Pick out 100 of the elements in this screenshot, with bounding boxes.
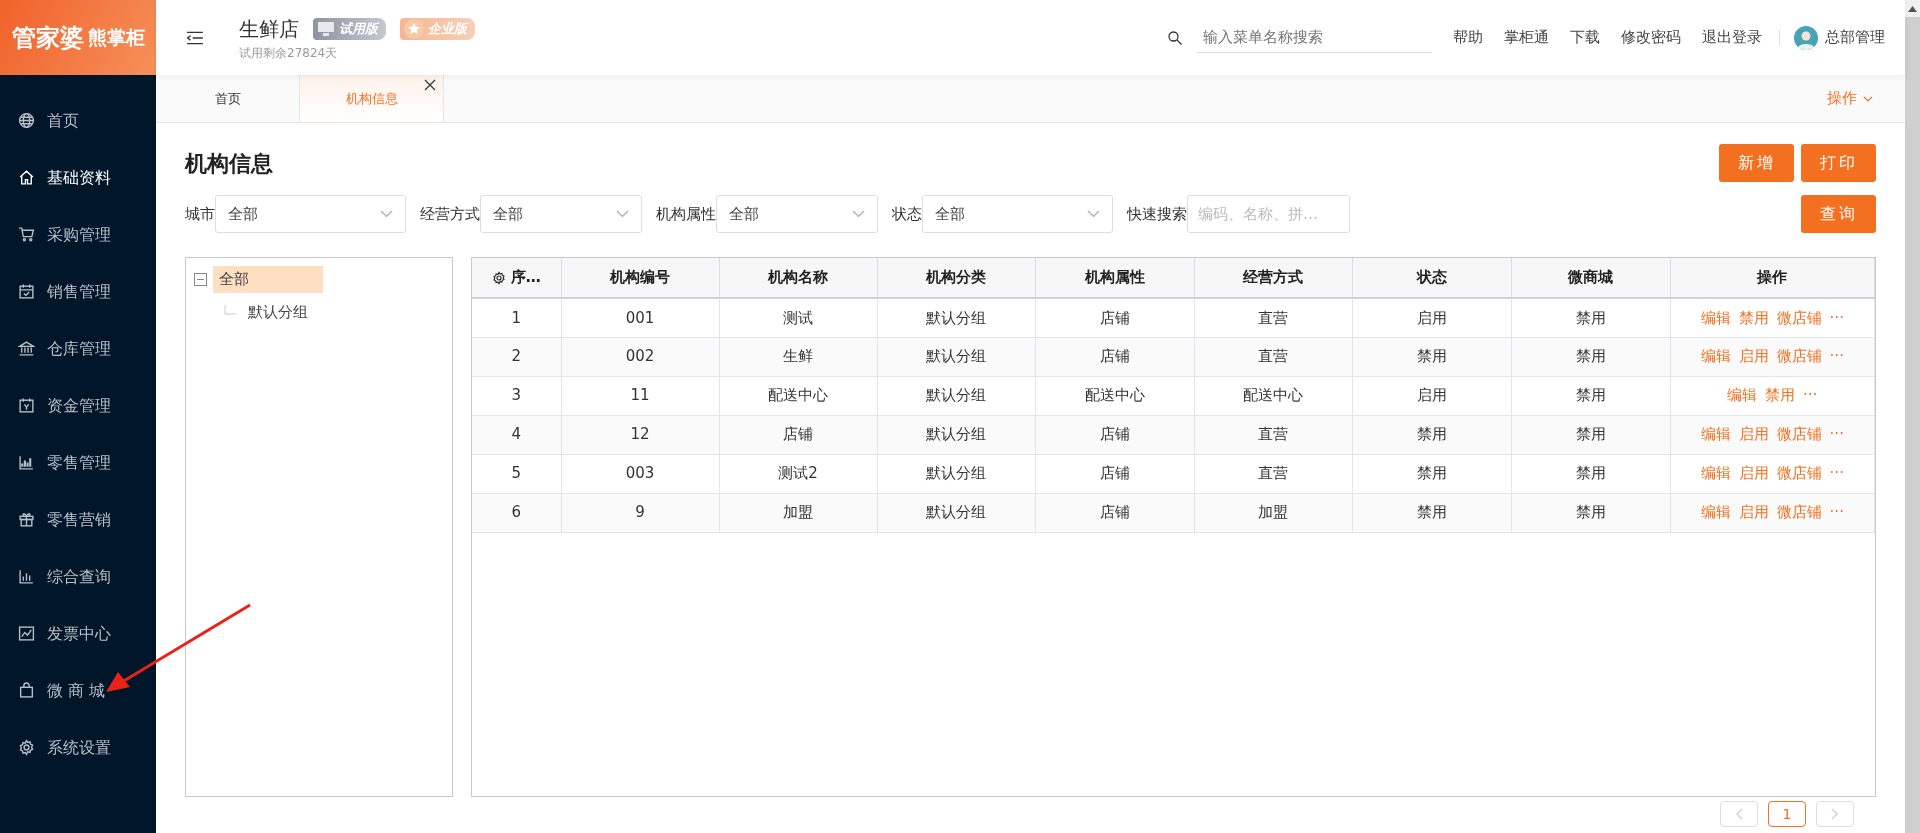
action-link[interactable]: ··· [1829, 308, 1844, 327]
column-header: 机构属性 [1035, 258, 1194, 298]
action-link[interactable]: 微店铺 [1776, 347, 1822, 366]
gear-icon [18, 739, 35, 756]
sidebar-item[interactable]: 发票中心 [0, 605, 156, 662]
tab-operations-menu[interactable]: 操作 [1821, 75, 1879, 122]
action-link[interactable]: ··· [1829, 503, 1844, 522]
action-link[interactable]: 微店铺 [1776, 425, 1822, 444]
table-cell: 002 [561, 337, 719, 376]
table-cell: 测试2 [719, 454, 877, 493]
search-icon [1166, 30, 1183, 46]
tree-node[interactable]: 全部 [213, 266, 323, 293]
header-link[interactable]: 退出登录 [1701, 26, 1762, 49]
table-cell: 生鲜 [719, 337, 877, 376]
filter-label: 状态 [892, 203, 922, 225]
sidebar-item[interactable]: 采购管理 [0, 206, 156, 263]
collapse-icon[interactable] [194, 272, 207, 286]
sidebar-item[interactable]: 销售管理 [0, 263, 156, 320]
action-link[interactable]: 编辑 [1700, 425, 1731, 444]
sidebar-item[interactable]: 零售管理 [0, 434, 156, 491]
column-header: 状态 [1352, 258, 1511, 298]
filter-select[interactable]: 全部 [480, 195, 642, 233]
bank-icon [18, 340, 35, 357]
table-cell: 默认分组 [877, 376, 1035, 415]
chevron-down-icon [1863, 94, 1873, 103]
user-name[interactable]: 总部管理 [1825, 26, 1885, 49]
action-link[interactable]: 启用 [1738, 464, 1769, 483]
house-icon [18, 169, 35, 186]
sidebar-item[interactable]: 综合查询 [0, 548, 156, 605]
header-link[interactable]: 掌柜通 [1503, 26, 1549, 49]
sidebar-item[interactable]: 微 商 城 [0, 662, 156, 719]
table-cell: 直营 [1194, 454, 1352, 493]
table-cell: 9 [561, 493, 719, 532]
scrollbar[interactable] [1905, 0, 1920, 833]
column-header: 序… [472, 258, 561, 298]
chevron-down-icon [852, 210, 865, 218]
table-cell: 001 [561, 298, 719, 337]
chevron-right-icon [1831, 808, 1839, 820]
sidebar-item[interactable]: 基础资料 [0, 149, 156, 206]
action-button[interactable]: 新增 [1719, 144, 1794, 182]
table-cell: 3 [472, 376, 561, 415]
action-link[interactable]: ··· [1829, 347, 1844, 366]
header-link[interactable]: 修改密码 [1620, 26, 1681, 49]
chevron-down-icon [380, 210, 393, 218]
action-link[interactable]: 微店铺 [1776, 464, 1822, 483]
action-link[interactable]: 编辑 [1700, 464, 1731, 483]
action-link[interactable]: 微店铺 [1776, 503, 1822, 522]
action-link[interactable]: 编辑 [1700, 503, 1731, 522]
action-link[interactable]: ··· [1829, 464, 1844, 483]
gear-icon[interactable] [491, 270, 506, 285]
action-link[interactable]: 启用 [1738, 425, 1769, 444]
action-button[interactable]: 打印 [1801, 144, 1876, 182]
sidebar-item[interactable]: 零售营销 [0, 491, 156, 548]
filter-label: 经营方式 [420, 203, 480, 225]
avatar-icon [1794, 25, 1818, 50]
chevron-down-icon [1087, 210, 1100, 218]
filter-input[interactable]: 编码、名称、拼… [1187, 195, 1350, 233]
table-cell: 店铺 [1035, 337, 1194, 376]
filter-select[interactable]: 全部 [215, 195, 406, 233]
table-cell: 默认分组 [877, 493, 1035, 532]
column-header: 机构分类 [877, 258, 1035, 298]
page-button[interactable]: 1 [1768, 801, 1806, 827]
action-link[interactable]: ··· [1829, 425, 1844, 444]
action-link[interactable]: 编辑 [1700, 308, 1731, 327]
action-link[interactable]: 启用 [1738, 503, 1769, 522]
action-link[interactable]: ··· [1803, 386, 1818, 405]
action-link[interactable]: 启用 [1738, 347, 1769, 366]
action-link[interactable]: 编辑 [1700, 347, 1731, 366]
table-cell: 12 [561, 415, 719, 454]
bar-chart-icon [18, 568, 35, 585]
sidebar-item[interactable]: 系统设置 [0, 719, 156, 776]
action-link[interactable]: 禁用 [1765, 386, 1796, 405]
tree-node[interactable]: 默认分组 [242, 298, 314, 325]
filter-label: 城市 [185, 203, 215, 225]
header-link[interactable]: 帮助 [1452, 26, 1483, 49]
action-link[interactable]: 禁用 [1738, 308, 1769, 327]
sidebar-item[interactable]: 资金管理 [0, 377, 156, 434]
edition-badge: 企业版 [400, 17, 475, 40]
page-title: 机构信息 [185, 149, 273, 178]
bag-icon [18, 682, 35, 699]
query-button[interactable]: 查询 [1801, 195, 1876, 233]
table-cell: 测试 [719, 298, 877, 337]
chevron-left-icon [1735, 808, 1743, 820]
scroll-up-arrow-icon[interactable] [1908, 5, 1917, 12]
action-link[interactable]: 微店铺 [1776, 308, 1822, 327]
sidebar-item[interactable]: 仓库管理 [0, 320, 156, 377]
calendar-icon [18, 283, 35, 300]
filter-label: 机构属性 [656, 203, 716, 225]
close-icon[interactable] [424, 79, 436, 91]
filter-select[interactable]: 全部 [922, 195, 1113, 233]
action-link[interactable]: 编辑 [1727, 386, 1758, 405]
table-cell: 禁用 [1511, 337, 1670, 376]
table-cell: 2 [472, 337, 561, 376]
page-tab[interactable]: 机构信息 [300, 75, 444, 122]
sidebar-item[interactable]: 首页 [0, 92, 156, 149]
table-cell: 店铺 [1035, 454, 1194, 493]
column-header: 机构名称 [719, 258, 877, 298]
table-cell: 配送中心 [719, 376, 877, 415]
header-link[interactable]: 下载 [1569, 26, 1600, 49]
filter-select[interactable]: 全部 [716, 195, 878, 233]
